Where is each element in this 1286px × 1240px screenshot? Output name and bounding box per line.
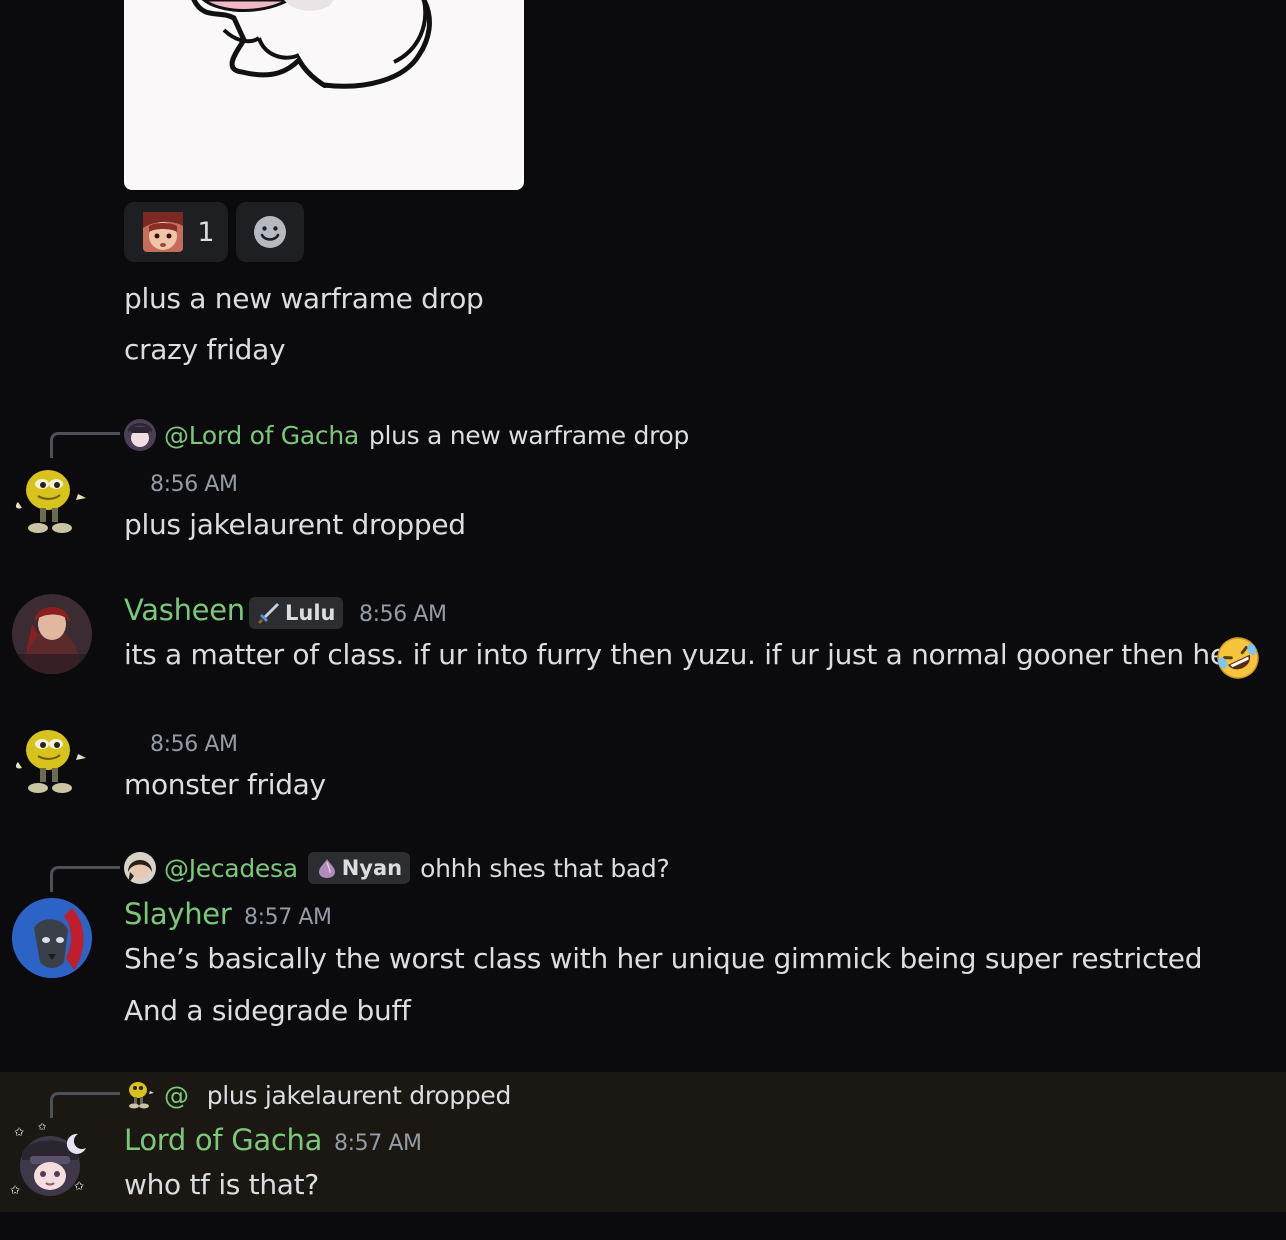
message-timestamp[interactable]: 8:57 AM: [244, 905, 332, 930]
user-avatar[interactable]: [12, 898, 92, 978]
svg-text:✩: ✩: [38, 1122, 47, 1133]
message-text: plus jakelaurent dropped: [124, 508, 466, 541]
reply-avatar: [124, 419, 156, 451]
reaction-count: 1: [197, 216, 215, 248]
reply-preview[interactable]: @Lord of Gacha plus a new warframe drop: [124, 418, 689, 452]
message-text: monster friday: [124, 768, 326, 801]
message-timestamp[interactable]: 8:57 AM: [334, 1131, 422, 1156]
message-text: who tf is that?: [124, 1168, 319, 1201]
reply-mention[interactable]: @Lord of Gacha: [164, 421, 359, 450]
add-reaction-smiley-icon: [254, 216, 286, 248]
reply-preview[interactable]: @Jecadesa Nyan ohhh shes that bad?: [124, 851, 670, 885]
add-reaction-button[interactable]: [236, 202, 304, 262]
chat-messages: 1 plus a new warframe drop crazy friday …: [0, 0, 1286, 1240]
message-timestamp[interactable]: 8:56 AM: [150, 732, 238, 757]
role-tag[interactable]: Lulu: [249, 597, 344, 629]
reply-text: plus jakelaurent dropped: [206, 1080, 512, 1110]
svg-text:✩: ✩: [74, 1179, 84, 1193]
svg-text:✩: ✩: [10, 1183, 20, 1197]
sword-icon: [258, 603, 279, 624]
reply-connector: [50, 432, 120, 458]
reaction-button[interactable]: 1: [124, 202, 228, 262]
reply-avatar: [124, 852, 156, 884]
reply-connector: [50, 866, 120, 892]
message-timestamp[interactable]: 8:56 AM: [359, 602, 447, 627]
anime-face-emoji-icon: [143, 212, 184, 252]
username[interactable]: Vasheen: [124, 593, 245, 627]
message-text: its a matter of class. if ur into furry …: [124, 638, 1238, 671]
role-tag[interactable]: Nyan: [307, 852, 411, 884]
reply-connector: [50, 1092, 120, 1118]
onion-icon: [318, 859, 335, 878]
rolling-on-floor-laughing-emoji: [1214, 634, 1262, 686]
image-attachment[interactable]: [124, 0, 524, 190]
reply-avatar: [124, 1079, 156, 1111]
user-avatar[interactable]: ✩ ✩ ✩ ✩: [10, 1122, 92, 1204]
reply-mention[interactable]: @: [164, 1081, 189, 1110]
username[interactable]: Slayher: [124, 897, 232, 931]
reply-preview[interactable]: @ plus jakelaurent dropped: [124, 1078, 511, 1112]
svg-text:✩: ✩: [14, 1125, 24, 1139]
reply-text: ohhh shes that bad?: [420, 853, 670, 883]
cartoon-drawing-image: [191, 0, 432, 89]
reply-text: plus a new warframe drop: [368, 420, 690, 450]
message-text: And a sidegrade buff: [124, 994, 411, 1027]
user-avatar[interactable]: [12, 462, 92, 542]
user-avatar[interactable]: [12, 722, 92, 802]
message-text: plus a new warframe drop: [124, 282, 484, 315]
reply-mention[interactable]: @Jecadesa: [164, 854, 298, 883]
message-text: She’s basically the worst class with her…: [124, 942, 1203, 975]
role-label: Nyan: [341, 856, 403, 880]
role-label: Lulu: [285, 601, 336, 625]
message-text: crazy friday: [124, 333, 286, 366]
username[interactable]: Lord of Gacha: [124, 1123, 322, 1157]
message-timestamp[interactable]: 8:56 AM: [150, 472, 238, 497]
user-avatar[interactable]: [12, 594, 92, 674]
